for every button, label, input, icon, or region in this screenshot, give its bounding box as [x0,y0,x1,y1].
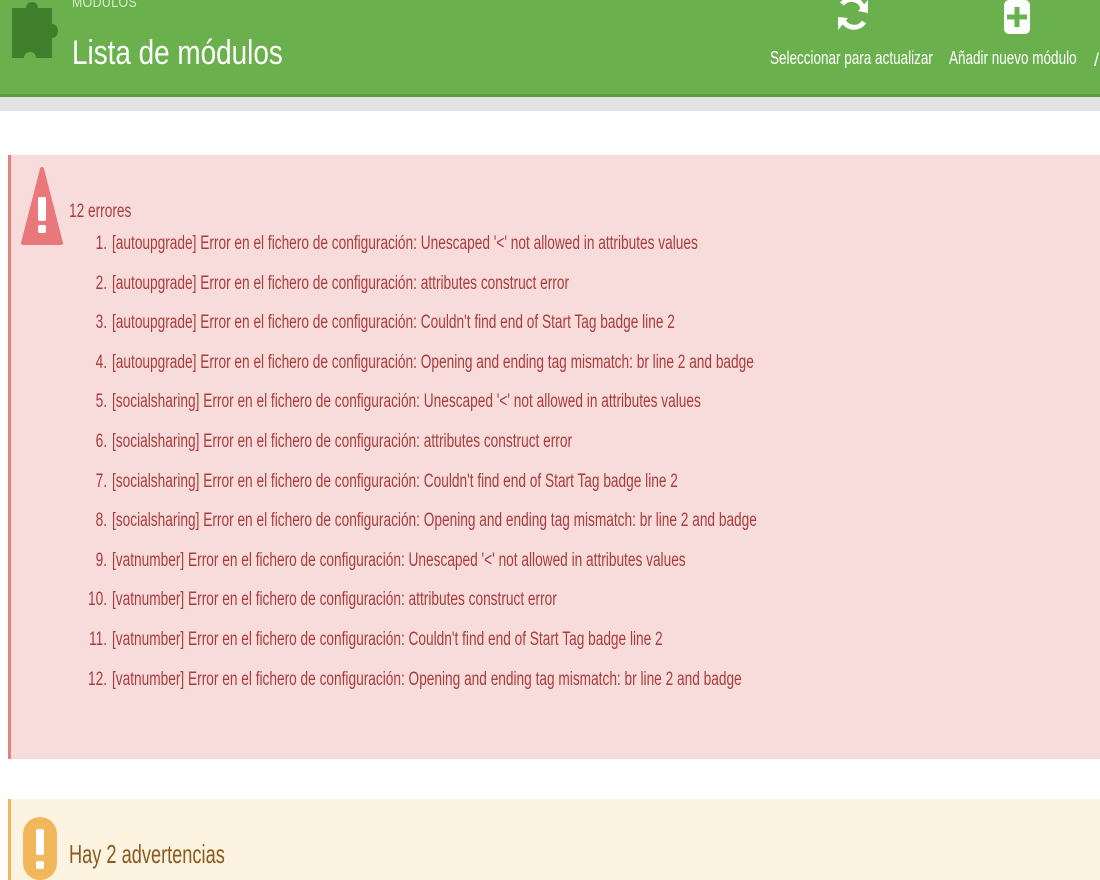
breadcrumb[interactable]: MÓDULOS [72,0,137,11]
error-number: 9. [95,549,107,571]
warning-alert: Hay 2 advertencias [8,799,1100,880]
error-message: [autoupgrade] Error en el fichero de con… [112,351,754,373]
select-to-update-label: Seleccionar para actualizar [770,48,933,68]
error-number: 3. [95,312,107,334]
add-icon [1004,0,1030,34]
error-message: [socialsharing] Error en el fichero de c… [112,510,757,532]
error-count: 12 errores [69,201,132,222]
error-number: 7. [95,470,107,492]
error-message: [vatnumber] Error en el fichero de confi… [112,549,686,571]
refresh-icon [838,0,868,30]
error-message: [socialsharing] Error en el fichero de c… [112,391,701,413]
cropped-toolbar-edge: / [1094,50,1100,70]
page-header: MÓDULOS Lista de módulos Seleccionar par… [0,0,1100,97]
error-number: 2. [95,272,107,294]
error-message: [vatnumber] Error en el fichero de confi… [112,668,742,690]
error-number: 4. [95,351,107,373]
error-number: 5. [95,391,107,413]
header-shadow [0,97,1100,111]
error-number: 1. [95,233,107,254]
add-new-module-button[interactable]: Añadir nuevo módulo [949,0,1085,94]
error-message: [vatnumber] Error en el fichero de confi… [112,628,663,650]
error-number: 8. [95,510,107,532]
exclamation-icon [23,817,57,880]
add-new-module-label: Añadir nuevo módulo [949,48,1077,68]
error-number: 12. [87,668,107,690]
error-message: [autoupgrade] Error en el fichero de con… [112,272,570,294]
error-message: [autoupgrade] Error en el fichero de con… [112,312,675,334]
page-title: Lista de módulos [72,34,283,72]
error-message: [autoupgrade] Error en el fichero de con… [112,233,698,254]
error-number: 11. [88,628,107,650]
error-alert: 12 errores 1. [autoupgrade] Error en el f… [8,155,1100,759]
puzzle-icon [12,2,58,58]
error-number: 6. [95,430,107,452]
select-to-update-button[interactable]: Seleccionar para actualizar [770,0,938,94]
error-message: [vatnumber] Error en el fichero de confi… [112,589,557,611]
error-message: [socialsharing] Error en el fichero de c… [112,470,678,492]
warning-triangle-icon [21,167,63,245]
warning-title[interactable]: Hay 2 advertencias [69,839,225,870]
error-message: [socialsharing] Error en el fichero de c… [112,430,573,452]
error-number: 10. [87,589,107,611]
